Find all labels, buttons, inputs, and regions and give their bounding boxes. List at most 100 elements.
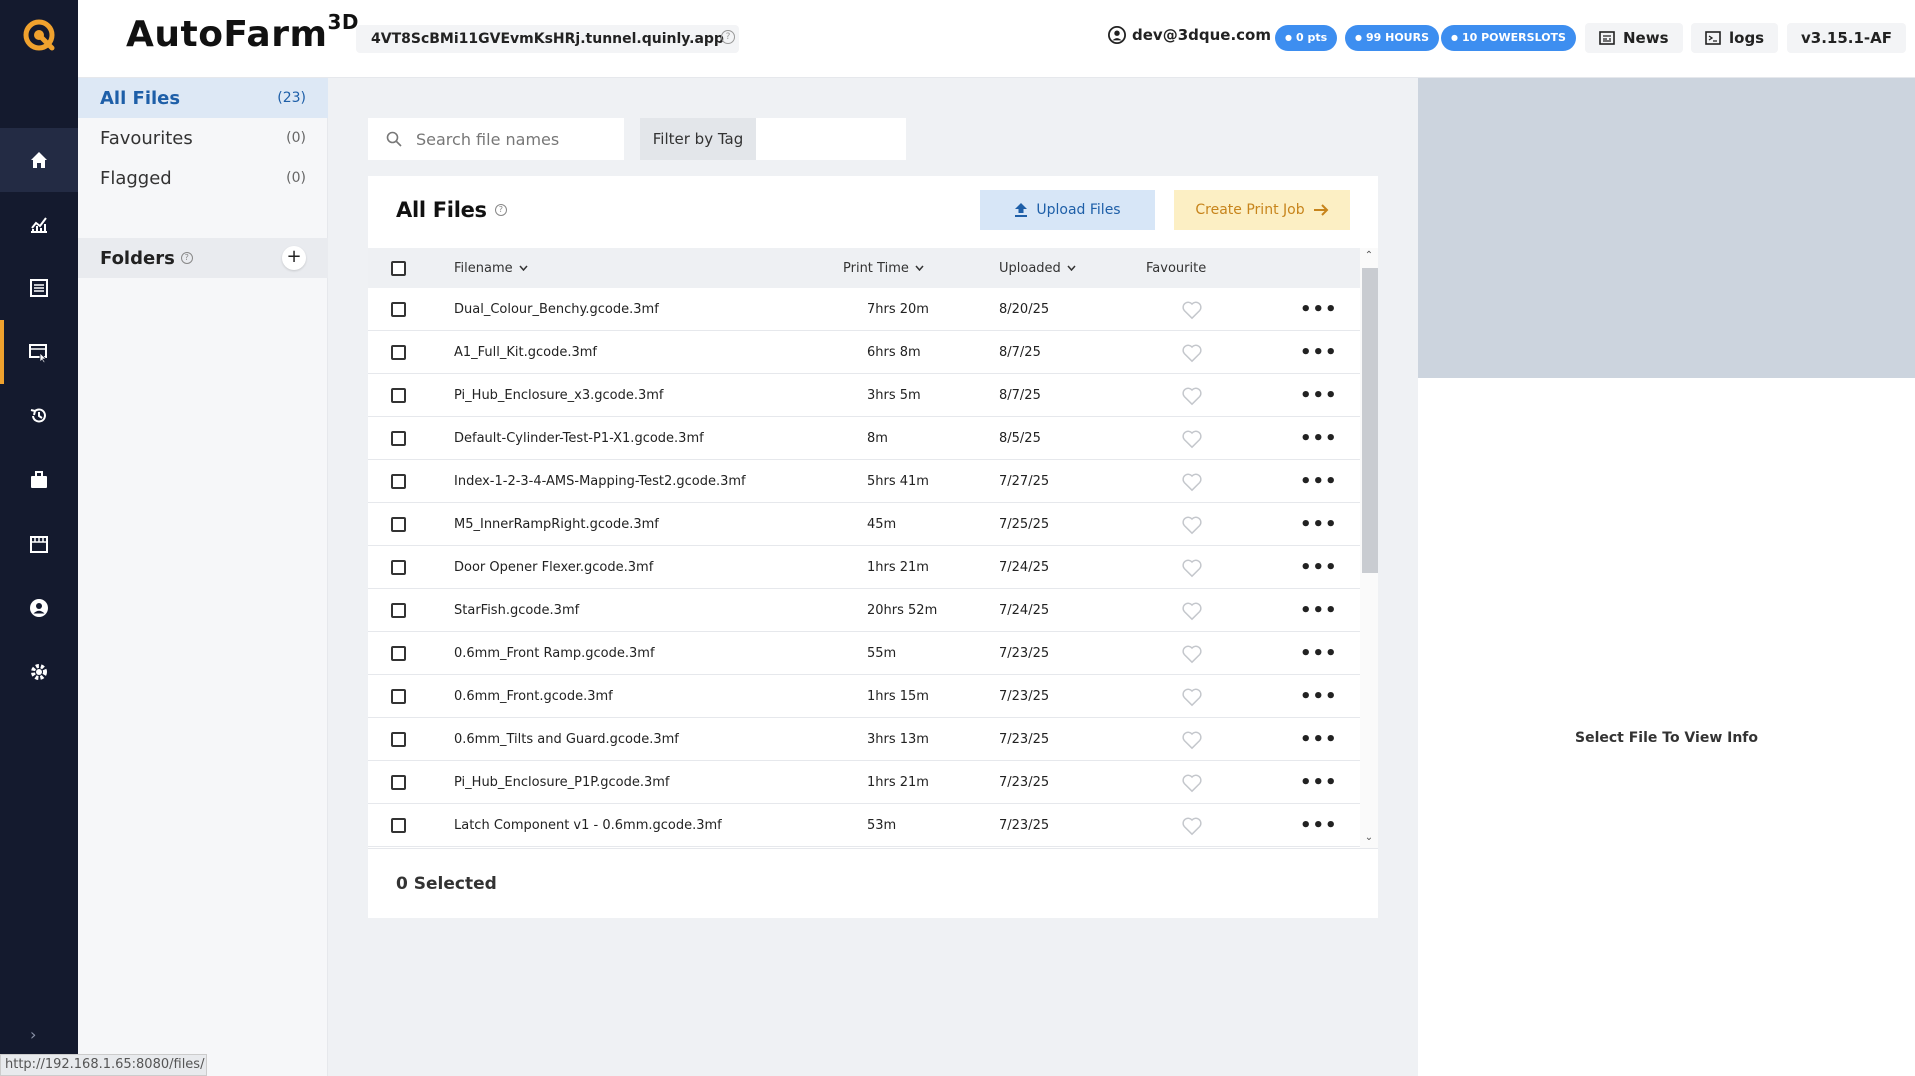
table-row[interactable]: Door Opener Flexer.gcode.3mf 1hrs 21m 7/… [368,546,1360,589]
heart-icon[interactable] [1181,761,1203,804]
more-options-icon[interactable]: ••• [1300,761,1338,804]
more-options-icon[interactable]: ••• [1300,417,1338,460]
app-logo-icon[interactable] [0,0,78,70]
table-scrollbar[interactable]: ⌃ ⌄ [1360,248,1378,848]
row-checkbox[interactable] [391,546,406,589]
create-print-job-button[interactable]: Create Print Job [1174,190,1350,230]
chevron-right-icon[interactable]: › [30,1025,36,1044]
row-checkbox[interactable] [391,589,406,632]
sort-uploaded[interactable]: Uploaded [999,248,1076,288]
more-options-icon[interactable]: ••• [1300,546,1338,589]
analytics-icon[interactable] [0,192,78,256]
row-filename[interactable]: Pi_Hub_Enclosure_x3.gcode.3mf [454,374,664,417]
row-checkbox[interactable] [391,417,406,460]
row-filename[interactable]: Pi_Hub_Enclosure_P1P.gcode.3mf [454,761,669,804]
filter-favourites[interactable]: Favourites (0) [78,118,328,158]
files-icon[interactable] [0,320,78,384]
list-icon[interactable] [0,256,78,320]
more-options-icon[interactable]: ••• [1300,675,1338,718]
row-filename[interactable]: Latch Component v1 - 0.6mm.gcode.3mf [454,804,722,847]
table-row[interactable]: Pi_Hub_Enclosure_P1P.gcode.3mf 1hrs 21m … [368,761,1360,804]
search-box[interactable] [368,118,624,160]
row-filename[interactable]: 0.6mm_Tilts and Guard.gcode.3mf [454,718,679,761]
more-options-icon[interactable]: ••• [1300,288,1338,331]
store-icon[interactable] [0,512,78,576]
more-options-icon[interactable]: ••• [1300,331,1338,374]
user-icon[interactable] [0,576,78,640]
row-checkbox[interactable] [391,718,406,761]
table-row[interactable]: 0.6mm_Front.gcode.3mf 1hrs 15m 7/23/25 •… [368,675,1360,718]
table-row[interactable]: Pi_Hub_Enclosure_x3.gcode.3mf 3hrs 5m 8/… [368,374,1360,417]
more-options-icon[interactable]: ••• [1300,632,1338,675]
tag-filter-input[interactable] [756,118,906,160]
row-checkbox[interactable] [391,331,406,374]
filter-flagged[interactable]: Flagged (0) [78,158,328,198]
heart-icon[interactable] [1181,632,1203,675]
table-row[interactable]: Index-1-2-3-4-AMS-Mapping-Test2.gcode.3m… [368,460,1360,503]
row-filename[interactable]: Dual_Colour_Benchy.gcode.3mf [454,288,659,331]
sort-print-time[interactable]: Print Time [843,248,924,288]
help-icon[interactable]: ? [721,30,735,44]
table-row[interactable]: Latch Component v1 - 0.6mm.gcode.3mf 53m… [368,804,1360,847]
row-filename[interactable]: 0.6mm_Front.gcode.3mf [454,675,613,718]
version-badge[interactable]: v3.15.1-AF [1787,23,1907,53]
row-checkbox[interactable] [391,460,406,503]
help-icon[interactable]: ? [180,252,193,264]
heart-icon[interactable] [1181,804,1203,847]
row-filename[interactable]: Door Opener Flexer.gcode.3mf [454,546,653,589]
row-checkbox[interactable] [391,374,406,417]
row-filename[interactable]: Default-Cylinder-Test-P1-X1.gcode.3mf [454,417,704,460]
history-icon[interactable] [0,384,78,448]
row-checkbox[interactable] [391,675,406,718]
sort-filename[interactable]: Filename [454,248,528,288]
more-options-icon[interactable]: ••• [1300,374,1338,417]
table-row[interactable]: A1_Full_Kit.gcode.3mf 6hrs 8m 8/7/25 ••• [368,331,1360,374]
select-all-checkbox[interactable] [391,248,406,288]
help-icon[interactable]: ? [494,204,507,216]
more-options-icon[interactable]: ••• [1300,503,1338,546]
search-input[interactable] [416,129,606,149]
tunnel-url[interactable]: 4VT8ScBMi11GVEvmKsHRj.tunnel.quinly.app [356,25,739,53]
table-row[interactable]: 0.6mm_Front Ramp.gcode.3mf 55m 7/23/25 •… [368,632,1360,675]
gear-icon[interactable] [0,640,78,704]
row-checkbox[interactable] [391,761,406,804]
upload-files-button[interactable]: Upload Files [980,190,1155,230]
logs-button[interactable]: logs [1691,23,1779,53]
row-checkbox[interactable] [391,632,406,675]
more-options-icon[interactable]: ••• [1300,804,1338,847]
row-filename[interactable]: StarFish.gcode.3mf [454,589,579,632]
row-checkbox[interactable] [391,804,406,847]
more-options-icon[interactable]: ••• [1300,718,1338,761]
scroll-up-icon[interactable]: ⌃ [1363,250,1375,262]
heart-icon[interactable] [1181,675,1203,718]
row-checkbox[interactable] [391,503,406,546]
more-options-icon[interactable]: ••• [1300,589,1338,632]
row-filename[interactable]: A1_Full_Kit.gcode.3mf [454,331,597,374]
home-icon[interactable] [0,128,78,192]
heart-icon[interactable] [1181,460,1203,503]
more-options-icon[interactable]: ••• [1300,460,1338,503]
row-filename[interactable]: M5_InnerRampRight.gcode.3mf [454,503,659,546]
heart-icon[interactable] [1181,331,1203,374]
heart-icon[interactable] [1181,546,1203,589]
scroll-down-icon[interactable]: ⌄ [1363,832,1375,844]
heart-icon[interactable] [1181,417,1203,460]
heart-icon[interactable] [1181,288,1203,331]
row-filename[interactable]: Index-1-2-3-4-AMS-Mapping-Test2.gcode.3m… [454,460,746,503]
table-row[interactable]: 0.6mm_Tilts and Guard.gcode.3mf 3hrs 13m… [368,718,1360,761]
user-account[interactable]: dev@3dque.com [1108,26,1271,44]
heart-icon[interactable] [1181,589,1203,632]
scrollbar-thumb[interactable] [1362,268,1378,573]
table-row[interactable]: StarFish.gcode.3mf 20hrs 52m 7/24/25 ••• [368,589,1360,632]
heart-icon[interactable] [1181,503,1203,546]
row-filename[interactable]: 0.6mm_Front Ramp.gcode.3mf [454,632,655,675]
table-row[interactable]: M5_InnerRampRight.gcode.3mf 45m 7/25/25 … [368,503,1360,546]
heart-icon[interactable] [1181,374,1203,417]
table-row[interactable]: Default-Cylinder-Test-P1-X1.gcode.3mf 8m… [368,417,1360,460]
row-checkbox[interactable] [391,288,406,331]
filter-all-files[interactable]: All Files (23) [78,78,328,118]
heart-icon[interactable] [1181,718,1203,761]
table-row[interactable]: Dual_Colour_Benchy.gcode.3mf 7hrs 20m 8/… [368,288,1360,331]
add-folder-button[interactable]: + [282,246,306,270]
news-button[interactable]: News [1585,23,1683,53]
